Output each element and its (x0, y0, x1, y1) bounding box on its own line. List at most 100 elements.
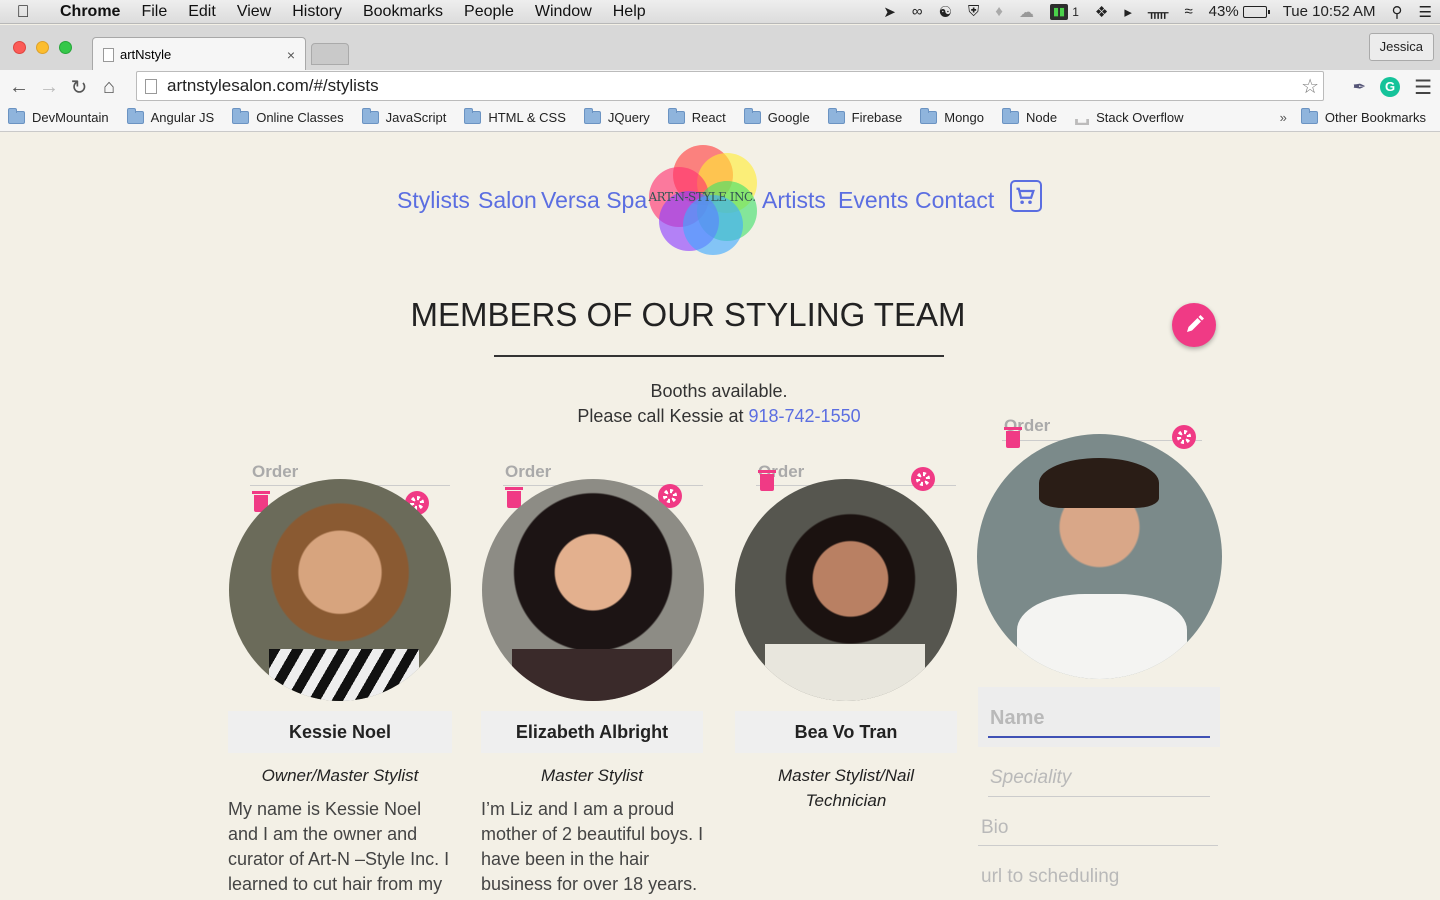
page-icon (103, 47, 114, 62)
home-icon[interactable]: ⌂ (94, 76, 124, 99)
bookmark-devmountain[interactable]: DevMountain (8, 108, 109, 125)
tab-strip: artNstyle × Jessica (0, 25, 1440, 71)
bookmark-angular-js[interactable]: Angular JS (126, 108, 214, 125)
order-field-label[interactable]: Order (505, 462, 551, 482)
tab-artnstyle[interactable]: artNstyle × (92, 37, 306, 71)
clock[interactable]: Tue 10:52 AM (1275, 3, 1384, 20)
menu-bookmarks[interactable]: Bookmarks (352, 3, 453, 21)
wifi-icon[interactable]: ≈ (1176, 3, 1200, 20)
bookmark-label: DevMountain (32, 110, 109, 125)
photo-shirt (512, 649, 672, 701)
folder-icon (464, 108, 482, 124)
bookmark-star-icon[interactable]: ☆ (1301, 74, 1319, 99)
bookmark-stack-overflow[interactable]: Stack Overflow (1075, 110, 1184, 125)
minimize-window-button[interactable] (36, 41, 49, 54)
menu-people[interactable]: People (454, 3, 525, 21)
nav-events[interactable]: Events (838, 187, 908, 214)
stylist-role: Master Stylist (540, 766, 644, 785)
stylist-role: Master Stylist/Nail Technician (777, 766, 915, 810)
zoom-window-button[interactable] (59, 41, 72, 54)
url-text: artnstylesalon.com/#/stylists (167, 76, 379, 95)
volume-icon[interactable]: ▸ (1116, 3, 1140, 21)
new-tab-button[interactable] (311, 43, 349, 65)
edit-fab-button[interactable] (1172, 303, 1216, 347)
location-arrow-icon[interactable]: ➤ (875, 3, 904, 21)
infinity-icon[interactable]: ∞ (904, 3, 931, 20)
menu-window[interactable]: Window (524, 3, 602, 21)
nav-stylists[interactable]: Stylists (397, 187, 470, 214)
bluetooth-icon[interactable]: ᚅ (1140, 3, 1177, 21)
shield-icon[interactable]: ⛨ (960, 3, 987, 20)
stylist-photo (735, 479, 957, 701)
menu-chrome[interactable]: Chrome (46, 3, 131, 21)
folder-icon (1002, 108, 1019, 124)
site-logo[interactable]: ART-N-STYLE INC. (645, 143, 759, 255)
address-bar[interactable]: artnstylesalon.com/#/stylists ☆ (136, 71, 1324, 101)
nav-contact[interactable]: Contact (915, 187, 994, 214)
reload-icon[interactable]: ↻ (64, 75, 94, 100)
folder-icon (8, 108, 25, 124)
nav-artists[interactable]: Artists (762, 187, 826, 214)
chrome-menu-icon[interactable]: ☰ (1414, 75, 1432, 100)
phone-link[interactable]: 918-742-1550 (749, 406, 861, 426)
delete-trash-icon[interactable] (758, 470, 776, 491)
grammarly-icon[interactable]: G (1380, 77, 1401, 97)
bookmark-react[interactable]: React (667, 108, 726, 125)
name-input[interactable] (990, 707, 1210, 730)
bookmark-label: Firebase (851, 110, 903, 125)
profile-button[interactable]: Jessica (1368, 33, 1434, 61)
logo-text: ART-N-STYLE INC. (648, 190, 756, 204)
activity-monitor-icon[interactable]: ▮▮ 1 (1042, 3, 1087, 20)
battery-status[interactable]: 43% (1201, 3, 1275, 20)
folder-icon (743, 108, 761, 124)
evernote-icon[interactable]: ☯ (931, 3, 960, 21)
bell-icon[interactable]: ♦ (987, 3, 1011, 20)
bookmark-label: Online Classes (256, 110, 344, 125)
toolbar-extensions: ✒ G ☰ (1353, 70, 1432, 104)
notification-center-icon[interactable]: ☰ (1411, 3, 1440, 21)
tab-title: artNstyle (120, 47, 172, 62)
menu-help[interactable]: Help (602, 3, 656, 21)
speciality-input[interactable] (990, 767, 1210, 789)
delete-trash-icon[interactable] (1004, 427, 1022, 448)
bookmark-label: HTML & CSS (488, 110, 566, 125)
menu-history[interactable]: History (282, 3, 353, 21)
scheduling-url-input[interactable] (981, 866, 1216, 888)
eyedropper-icon[interactable]: ✒ (1353, 77, 1366, 97)
new-stylist-form (978, 687, 1220, 900)
order-field-label[interactable]: Order (252, 462, 298, 482)
menu-file[interactable]: File (131, 3, 178, 21)
bookmark-node[interactable]: Node (1002, 108, 1057, 125)
bookmark-javascript[interactable]: JavaScript (361, 108, 446, 125)
camera-aperture-icon[interactable] (911, 467, 935, 491)
menu-edit[interactable]: Edit (178, 3, 227, 21)
dropbox-icon[interactable]: ❖ (1087, 3, 1116, 21)
bookmark-online-classes[interactable]: Online Classes (232, 108, 344, 125)
nav-salon[interactable]: Salon (478, 187, 537, 214)
forward-arrow-icon[interactable]: → (34, 76, 64, 99)
apple-icon[interactable]:  (0, 2, 46, 22)
shopping-cart-icon[interactable] (1010, 180, 1042, 212)
back-arrow-icon[interactable]: ← (4, 76, 34, 99)
title-divider (494, 355, 944, 357)
more-bookmarks-chevron-icon[interactable]: » (1280, 110, 1287, 125)
name-input-focus-line (988, 736, 1210, 738)
booths-line: Booths available. (650, 381, 788, 401)
bio-input[interactable] (981, 817, 1216, 839)
bookmark-other[interactable]: Other Bookmarks (1300, 108, 1426, 125)
menu-view[interactable]: View (226, 3, 281, 21)
bookmark-google[interactable]: Google (743, 108, 810, 125)
nav-versa-spa[interactable]: Versa Spa (541, 187, 647, 214)
cloud-icon[interactable]: ☁ (1011, 3, 1042, 21)
web-page: Stylists Salon Versa Spa Artists Events … (0, 133, 1440, 900)
spotlight-search-icon[interactable]: ⚲ (1384, 3, 1411, 21)
tab-close-icon[interactable]: × (287, 47, 295, 63)
bookmark-label: Other Bookmarks (1324, 110, 1426, 125)
bookmark-mongo[interactable]: Mongo (920, 108, 984, 125)
bookmark-jquery[interactable]: JQuery (583, 108, 650, 125)
close-window-button[interactable] (13, 41, 26, 54)
bookmark-html-css[interactable]: HTML & CSS (464, 108, 566, 125)
delete-trash-icon[interactable] (505, 487, 523, 508)
camera-aperture-icon[interactable] (1172, 425, 1196, 449)
bookmark-firebase[interactable]: Firebase (827, 108, 903, 125)
